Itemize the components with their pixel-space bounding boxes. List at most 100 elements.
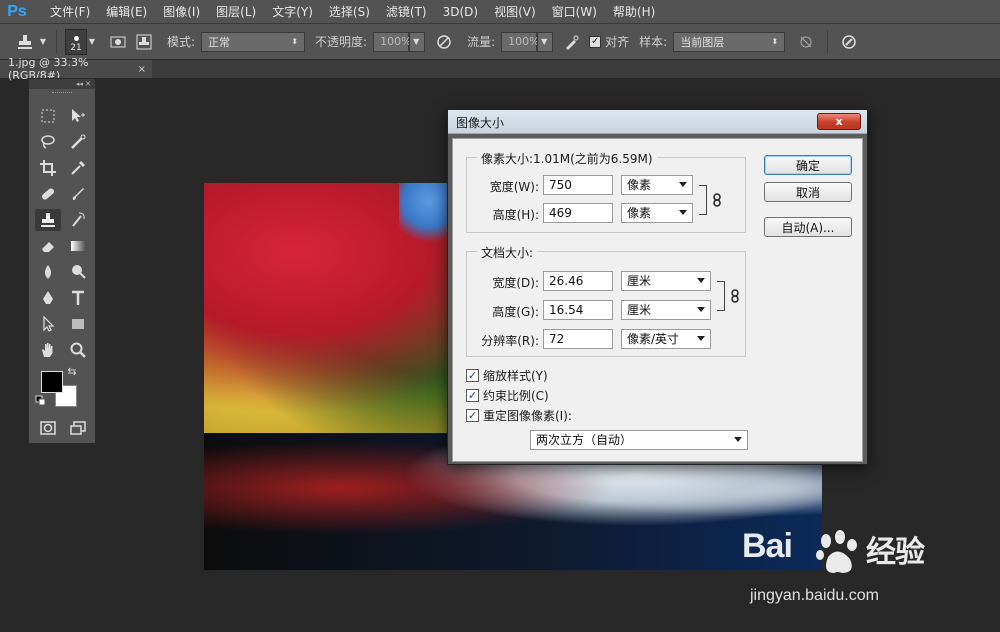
dialog-title: 图像大小 [456,116,505,130]
aligned-checkbox[interactable]: ✓ [589,35,602,48]
brush-tool-icon[interactable] [65,183,91,205]
ignore-adjustment-layers-icon[interactable] [793,30,819,54]
menu-select[interactable]: 选择(S) [321,0,378,24]
menu-layer[interactable]: 图层(L) [208,0,264,24]
cancel-button[interactable]: 取消 [764,182,852,202]
doc-width-unit-select[interactable]: 厘米 [621,271,711,291]
lasso-tool-icon[interactable] [35,131,61,153]
eraser-tool-icon[interactable] [35,235,61,257]
brush-chevron-icon[interactable]: ▼ [87,30,97,54]
menu-3d[interactable]: 3D(D) [435,0,486,24]
pen-tool-icon[interactable] [35,287,61,309]
dialog-titlebar[interactable]: 图像大小 x [448,110,867,134]
doc-height-unit-value: 厘米 [627,303,652,317]
sample-label: 样本: [639,35,668,49]
dodge-tool-icon[interactable] [65,261,91,283]
resolution-unit-select[interactable]: 像素/英寸 [621,329,711,349]
clone-stamp-icon[interactable] [12,30,38,54]
menu-type[interactable]: 文字(Y) [264,0,321,24]
scale-styles-checkbox[interactable]: ✓ [466,369,479,382]
history-brush-tool-icon[interactable] [65,209,91,231]
dialog-close-button[interactable]: x [817,113,861,130]
default-colors-icon[interactable] [35,395,47,407]
quick-mask-icon[interactable] [35,417,61,439]
resolution-label: 分辨率(R): [481,334,539,348]
screen-mode-icon[interactable] [65,417,91,439]
ok-button[interactable]: 确定 [764,155,852,175]
sample-select[interactable]: 当前图层 ⬍ [673,31,786,52]
opacity-dropdown-icon[interactable]: ▼ [409,31,426,52]
rectangle-tool-icon[interactable] [65,313,91,335]
tools-panel-header: ◂◂ ✕ [29,79,95,89]
watermark-url: jingyan.baidu.com [750,587,879,604]
resample-label: 重定图像像素(I): [483,409,572,423]
flow-dropdown-icon[interactable]: ▼ [537,31,554,52]
pressure-opacity-icon[interactable] [431,30,457,54]
menu-filter[interactable]: 滤镜(T) [378,0,435,24]
resample-option[interactable]: ✓ 重定图像像素(I): [466,407,572,424]
menu-image[interactable]: 图像(I) [155,0,208,24]
airbrush-icon[interactable] [559,30,585,54]
clone-stamp-tool-icon[interactable] [35,209,61,231]
brush-size-value: 21 [70,42,82,53]
clone-source-panel-icon[interactable] [131,30,157,54]
move-tool-icon[interactable] [65,105,91,127]
zoom-tool-icon[interactable] [65,339,91,361]
brush-panel-icon[interactable] [105,30,131,54]
scale-styles-option[interactable]: ✓ 缩放样式(Y) [466,367,548,384]
foreground-color-swatch[interactable] [41,371,63,393]
menu-file[interactable]: 文件(F) [42,0,98,24]
height-unit-select[interactable]: 像素 [621,203,693,223]
menu-edit[interactable]: 编辑(E) [98,0,155,24]
eyedropper-tool-icon[interactable] [65,157,91,179]
doc-height-input[interactable]: 16.54 [543,300,613,320]
watermark-logo-left: Bai [742,527,793,565]
main-menu: 文件(F) 编辑(E) 图像(I) 图层(L) 文字(Y) 选择(S) 滤镜(T… [42,0,663,24]
mode-select[interactable]: 正常 ⬍ [201,31,306,52]
resolution-unit-value: 像素/英寸 [627,332,680,346]
dialog-body: 像素大小:1.01M(之前为6.59M) 宽度(W): 750 像素 高度(H)… [452,138,863,462]
doc-height-unit-select[interactable]: 厘米 [621,300,711,320]
resolution-input[interactable]: 72 [543,329,613,349]
flow-value: 100% [508,35,540,48]
marquee-tool-icon[interactable] [35,105,61,127]
brush-dot-icon [73,35,79,41]
menu-view[interactable]: 视图(V) [486,0,544,24]
width-unit-select[interactable]: 像素 [621,175,693,195]
path-selection-tool-icon[interactable] [35,313,61,335]
swap-colors-icon[interactable]: ⇆ [65,365,79,378]
panel-grip[interactable] [29,89,95,97]
height-input[interactable]: 469 [543,203,613,223]
menu-help[interactable]: 帮助(H) [605,0,663,24]
collapse-arrows-icon[interactable]: ◂◂ ✕ [76,80,91,88]
document-tab-bar: 1.jpg @ 33.3%(RGB/8#) × [0,56,1000,82]
width-input[interactable]: 750 [543,175,613,195]
pressure-size-icon[interactable] [836,30,862,54]
resample-checkbox[interactable]: ✓ [466,409,479,422]
separator [827,29,829,54]
auto-button[interactable]: 自动(A)... [764,217,852,237]
document-tab[interactable]: 1.jpg @ 33.3%(RGB/8#) × [0,56,152,82]
gradient-tool-icon[interactable] [65,235,91,257]
tool-preset-chevron-icon[interactable]: ▼ [38,30,48,54]
hand-tool-icon[interactable] [35,339,61,361]
crop-tool-icon[interactable] [35,157,61,179]
flow-input[interactable]: 100% [501,31,540,52]
constrain-proportions-option[interactable]: ✓ 约束比例(C) [466,387,549,404]
opacity-input[interactable]: 100% [373,31,412,52]
document-size-title: 文档大小: [477,244,538,261]
watermark-logo-right: 经验 [866,536,925,569]
healing-brush-tool-icon[interactable] [35,183,61,205]
chevron-down-icon [679,182,687,187]
resample-method-select[interactable]: 两次立方（自动） [530,430,748,450]
document-size-group: 文档大小: 宽度(D): 26.46 厘米 高度(G): 16.54 厘米 分辨… [466,244,746,357]
brush-size-preview[interactable]: 21 [65,28,87,55]
constrain-proportions-checkbox[interactable]: ✓ [466,389,479,402]
close-icon[interactable]: × [138,64,146,75]
mode-value: 正常 [208,35,231,49]
type-tool-icon[interactable] [65,287,91,309]
quick-selection-tool-icon[interactable] [65,131,91,153]
doc-width-input[interactable]: 26.46 [543,271,613,291]
blur-tool-icon[interactable] [35,261,61,283]
menu-window[interactable]: 窗口(W) [544,0,605,24]
